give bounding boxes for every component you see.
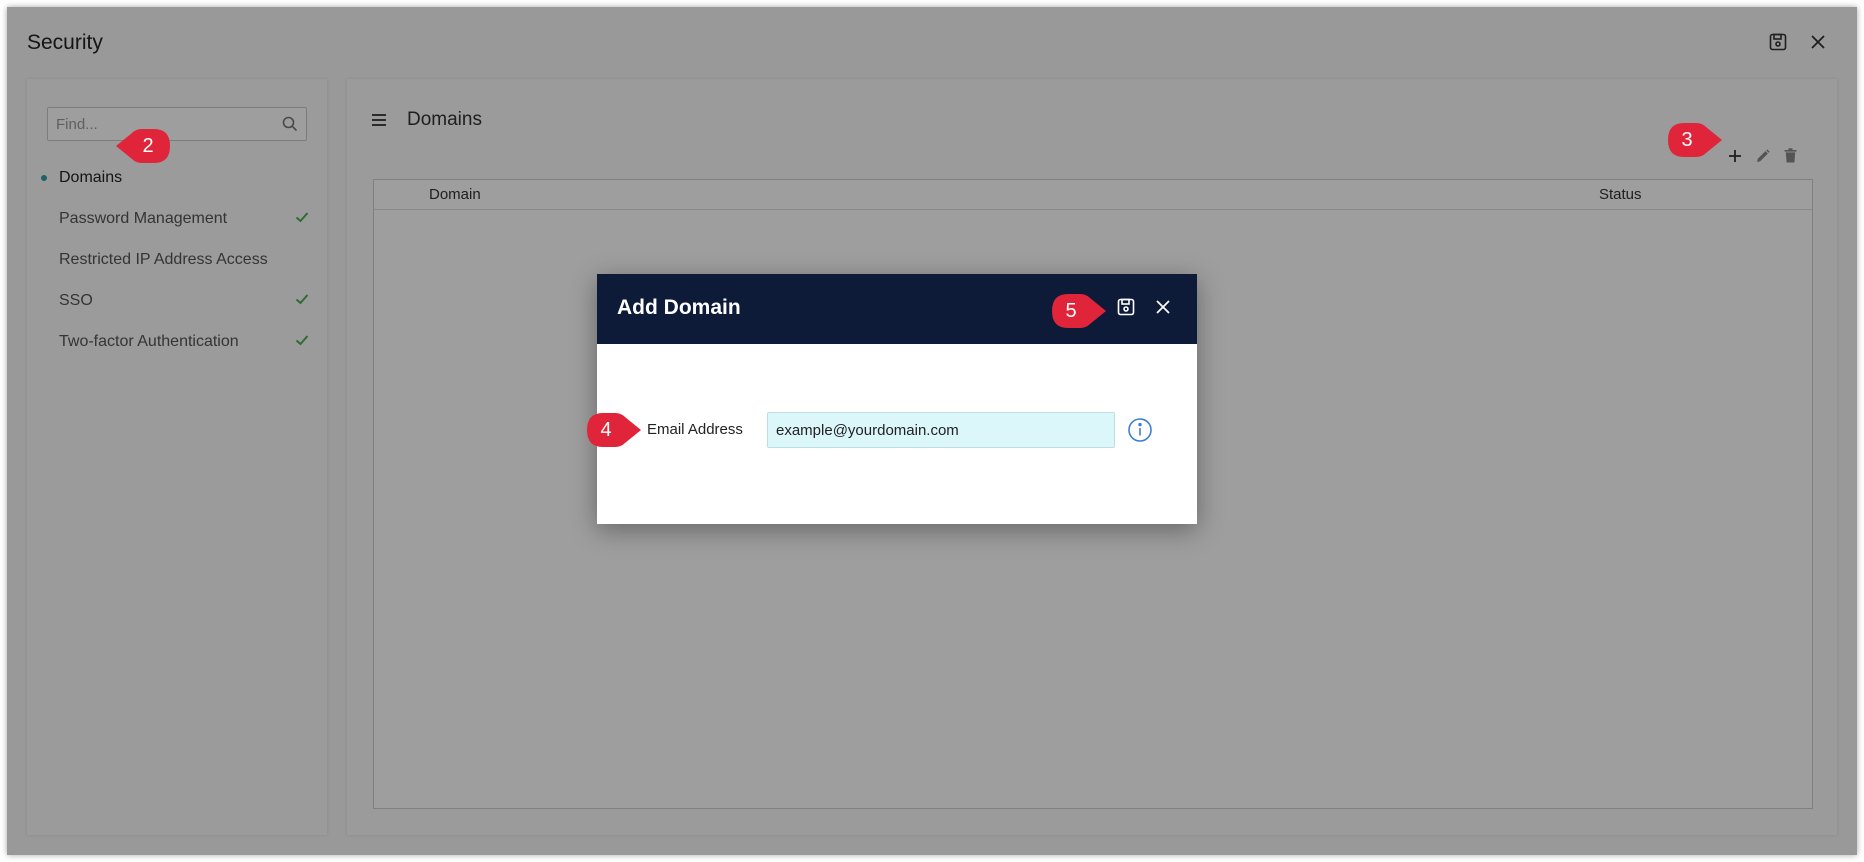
callout-number: 3 — [1681, 128, 1693, 151]
dialog-actions — [1117, 298, 1171, 321]
dialog-title: Add Domain — [617, 296, 741, 319]
callout-badge-3: 3 — [1666, 121, 1722, 159]
info-icon[interactable] — [1127, 417, 1153, 448]
add-domain-dialog: Add Domain Email Address — [597, 274, 1197, 524]
callout-number: 5 — [1065, 299, 1077, 322]
callout-badge-4: 4 — [585, 411, 641, 449]
callout-badge-2: 2 — [116, 127, 170, 165]
save-icon[interactable] — [1117, 298, 1135, 321]
close-icon[interactable] — [1155, 298, 1171, 321]
email-address-label: Email Address — [647, 421, 743, 438]
callout-number: 2 — [142, 134, 154, 157]
callout-number: 4 — [600, 418, 612, 441]
dialog-header: Add Domain — [597, 274, 1197, 344]
security-app: Security Find... Domains Password Manage… — [7, 7, 1857, 855]
email-address-field[interactable] — [767, 412, 1115, 448]
callout-badge-5: 5 — [1050, 292, 1106, 330]
window-frame: Security Find... Domains Password Manage… — [7, 7, 1857, 855]
